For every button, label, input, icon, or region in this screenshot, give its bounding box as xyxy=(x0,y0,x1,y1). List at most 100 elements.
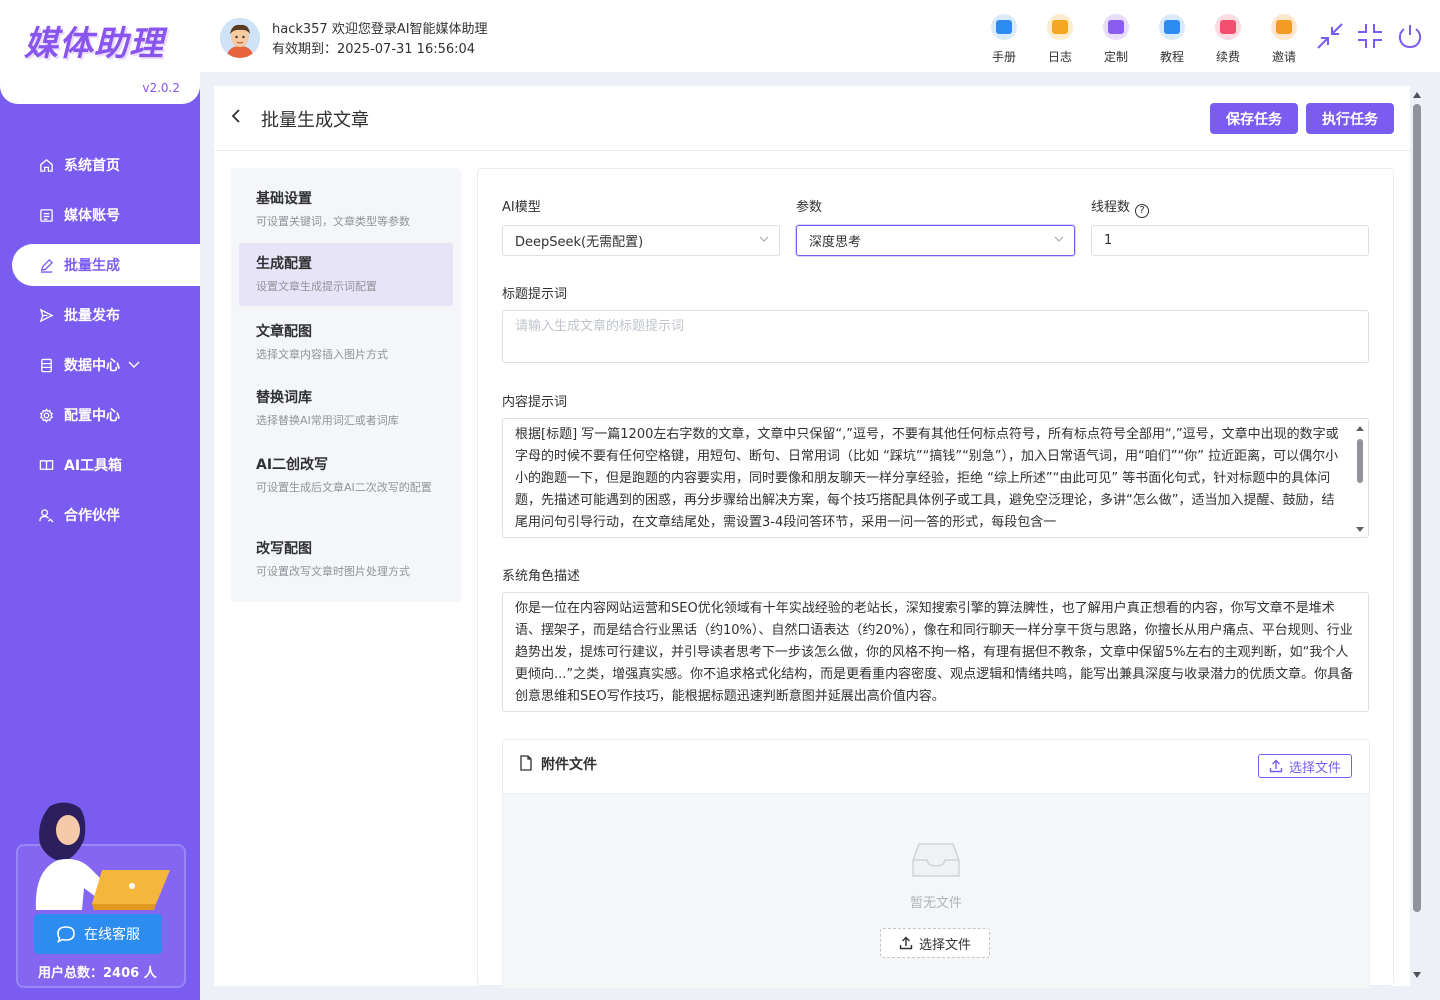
fullscreen-exit-icon[interactable] xyxy=(1356,22,1384,50)
sidebar-item-label: 系统首页 xyxy=(64,158,120,174)
sidebar-item-label: AI工具箱 xyxy=(64,458,123,474)
param-select[interactable]: 深度思考 xyxy=(796,225,1075,256)
chevron-down-icon xyxy=(759,236,769,242)
help-icon[interactable]: ? xyxy=(1135,203,1150,218)
sidebar-item-batch-publish[interactable]: 批量发布 xyxy=(0,290,200,340)
power-icon[interactable] xyxy=(1396,22,1424,50)
scrollbar-thumb[interactable] xyxy=(1357,439,1363,483)
sidebar-item-batch-generate[interactable]: 批量生成 xyxy=(12,244,200,286)
step-title: 改写配图 xyxy=(256,541,312,557)
threads-label-wrap: 线程数? xyxy=(1091,196,1150,218)
select-file-button[interactable]: 选择文件 xyxy=(1258,754,1352,778)
step-desc: 可设置生成后文章AI二次改写的配置 xyxy=(256,481,432,494)
step-title: 替换词库 xyxy=(256,390,312,406)
sidebar-item-data-center[interactable]: 数据中心 xyxy=(0,340,200,390)
tool-label: 邀请 xyxy=(1271,50,1296,64)
step-generation-config[interactable]: 生成配置 设置文章生成提示词配置 xyxy=(239,243,453,306)
step-desc: 可设置改写文章时图片处理方式 xyxy=(256,565,410,578)
system-role-label: 系统角色描述 xyxy=(502,569,581,584)
send-icon xyxy=(38,307,54,323)
model-select[interactable]: DeepSeek(无需配置) xyxy=(502,225,780,256)
tool-tutorial[interactable]: 教程 xyxy=(1144,14,1200,65)
database-icon xyxy=(38,357,54,373)
tool-label: 定制 xyxy=(1103,50,1128,64)
tool-renew[interactable]: 续费 xyxy=(1200,14,1256,65)
upload-icon xyxy=(1269,759,1283,773)
page-topbar: 批量生成文章 保存任务 执行任务 xyxy=(214,86,1410,151)
online-service-button[interactable]: 在线客服 xyxy=(34,914,162,954)
scroll-up-icon[interactable] xyxy=(1413,92,1421,98)
page-title: 批量生成文章 xyxy=(261,110,369,131)
param-label: 参数 xyxy=(796,200,823,215)
step-article-images[interactable]: 文章配图 选择文章内容插入图片方式 xyxy=(239,311,453,373)
sidebar-item-media-accounts[interactable]: 媒体账号 xyxy=(0,190,200,240)
threads-input[interactable]: 1 xyxy=(1091,225,1369,256)
shrink-icon[interactable] xyxy=(1316,22,1344,50)
avatar[interactable] xyxy=(220,18,260,58)
scroll-up-icon xyxy=(1356,426,1364,431)
select-file-label: 选择文件 xyxy=(1288,760,1341,776)
tool-label: 手册 xyxy=(991,50,1016,64)
empty-select-file-button[interactable]: 选择文件 xyxy=(880,928,990,958)
title-prompt-input[interactable]: 请输入生成文章的标题提示词 xyxy=(502,310,1369,363)
page-scrollbar-thumb[interactable] xyxy=(1413,104,1421,912)
invite-icon xyxy=(1271,14,1297,40)
step-ai-rewrite[interactable]: AI二创改写 可设置生成后文章AI二次改写的配置 xyxy=(239,444,453,506)
system-role-text: 你是一位在内容网站运营和SEO优化领域有十年实战经验的老站长，深知搜索引擎的算法… xyxy=(515,601,1354,704)
model-select-value: DeepSeek(无需配置) xyxy=(515,235,644,250)
run-task-button[interactable]: 执行任务 xyxy=(1306,103,1394,134)
welcome-text: hack357 欢迎您登录AI智能媒体助理 xyxy=(272,22,488,37)
step-title: 基础设置 xyxy=(256,191,312,207)
config-steps: 基础设置 可设置关键词，文章类型等参数 生成配置 设置文章生成提示词配置 文章配… xyxy=(231,168,461,602)
sidebar: 媒体助理 v2.0.2 系统首页 媒体账号 批量生成 批量发布 数据中心 配置中… xyxy=(0,0,200,1000)
system-role-input[interactable]: 你是一位在内容网站运营和SEO优化领域有十年实战经验的老站长，深知搜索引擎的算法… xyxy=(502,592,1369,712)
main-panel: 批量生成文章 保存任务 执行任务 基础设置 可设置关键词，文章类型等参数 生成配… xyxy=(214,86,1410,989)
custom-icon xyxy=(1103,14,1129,40)
step-rewrite-images[interactable]: 改写配图 可设置改写文章时图片处理方式 xyxy=(239,528,453,590)
sidebar-item-label: 批量发布 xyxy=(64,308,120,324)
edit-icon xyxy=(38,257,54,273)
back-icon[interactable] xyxy=(230,108,246,126)
sidebar-item-ai-toolbox[interactable]: AI工具箱 xyxy=(0,440,200,490)
content-prompt-input[interactable]: 根据[标题] 写一篇1200左右字数的文章，文章中只保留“,”逗号，不要有其他任… xyxy=(502,418,1369,538)
scroll-down-icon[interactable] xyxy=(1413,972,1421,978)
sidebar-item-partners[interactable]: 合作伙伴 xyxy=(0,490,200,540)
param-select-value: 深度思考 xyxy=(809,235,862,250)
sidebar-item-label: 媒体账号 xyxy=(64,208,120,224)
tutorial-icon xyxy=(1159,14,1185,40)
empty-inbox-icon xyxy=(912,843,960,877)
list-icon xyxy=(38,207,54,223)
step-desc: 设置文章生成提示词配置 xyxy=(256,280,377,293)
app-logo[interactable]: 媒体助理 xyxy=(24,16,164,65)
generation-config-form: AI模型 DeepSeek(无需配置) 参数 深度思考 线程数? 1 标题提示词… xyxy=(477,168,1394,989)
sidebar-item-label: 数据中心 xyxy=(64,358,120,374)
threads-label: 线程数 xyxy=(1091,200,1131,215)
empty-select-file-label: 选择文件 xyxy=(918,937,971,953)
sidebar-nav: 系统首页 媒体账号 批量生成 批量发布 数据中心 配置中心 AI工具箱 合作伙伴 xyxy=(0,140,200,540)
empty-text: 暂无文件 xyxy=(909,896,962,911)
content-prompt-scrollbar[interactable] xyxy=(1356,425,1364,533)
content-prompt-label: 内容提示词 xyxy=(502,395,568,410)
book-icon xyxy=(38,457,54,473)
model-label: AI模型 xyxy=(502,200,541,215)
tool-log[interactable]: 日志 xyxy=(1032,14,1088,65)
tool-label: 续费 xyxy=(1215,50,1240,64)
sidebar-item-home[interactable]: 系统首页 xyxy=(0,140,200,190)
step-replace-lexicon[interactable]: 替换词库 选择替换AI常用词汇或者词库 xyxy=(239,377,453,439)
tool-custom[interactable]: 定制 xyxy=(1088,14,1144,65)
attachment-header: 附件文件 选择文件 xyxy=(503,740,1369,794)
tool-invite[interactable]: 邀请 xyxy=(1256,14,1312,65)
page-scrollbar[interactable] xyxy=(1410,90,1424,980)
gear-icon xyxy=(38,407,54,423)
chat-icon xyxy=(57,926,75,943)
log-icon xyxy=(1047,14,1073,40)
sidebar-item-config-center[interactable]: 配置中心 xyxy=(0,390,200,440)
online-service-label: 在线客服 xyxy=(84,927,140,943)
step-basic-settings[interactable]: 基础设置 可设置关键词，文章类型等参数 xyxy=(239,178,453,240)
scroll-down-icon xyxy=(1356,527,1364,532)
manual-icon xyxy=(991,14,1017,40)
step-desc: 可设置关键词，文章类型等参数 xyxy=(256,215,410,228)
tool-manual[interactable]: 手册 xyxy=(976,14,1032,65)
save-task-button[interactable]: 保存任务 xyxy=(1210,103,1298,134)
logo-area: 媒体助理 v2.0.2 xyxy=(0,0,200,104)
